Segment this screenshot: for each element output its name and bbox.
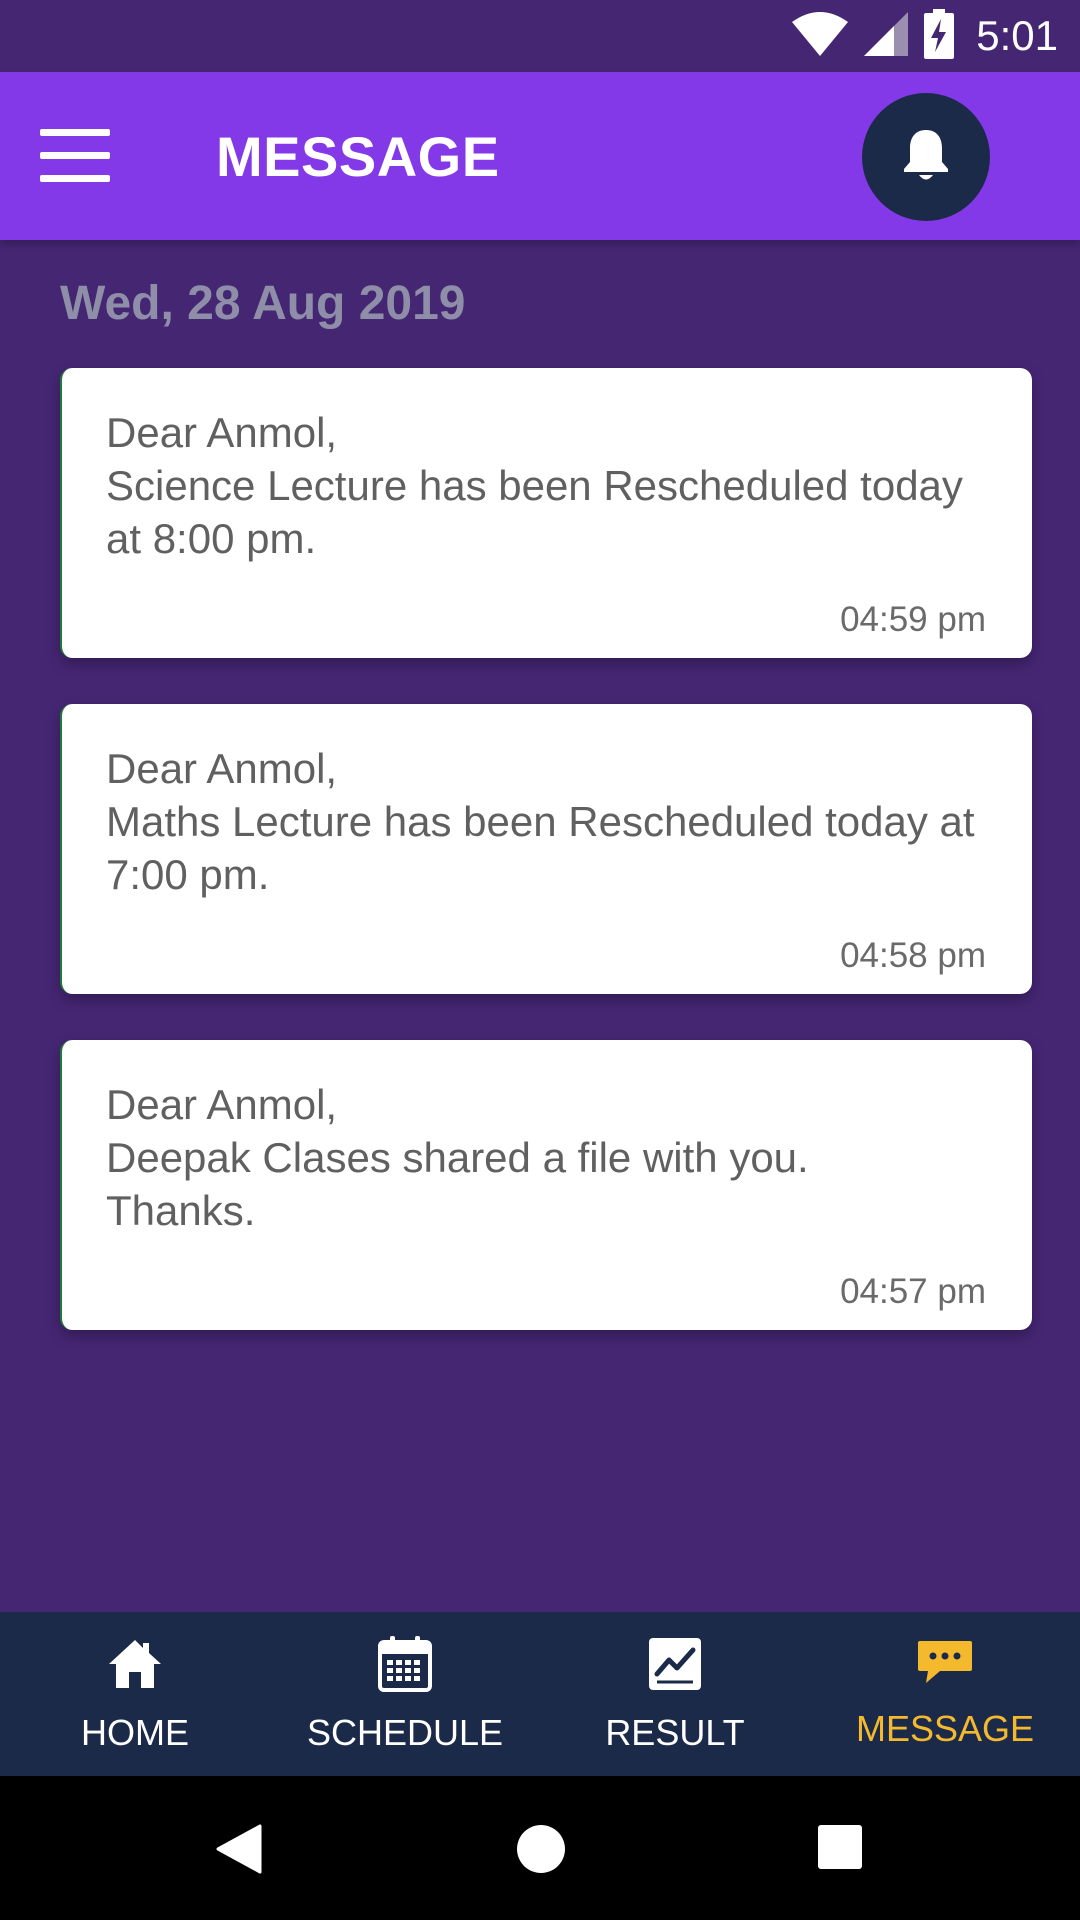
bottom-nav: HOME SCHEDULE RESULT MESSAGE xyxy=(0,1612,1080,1776)
menu-button[interactable] xyxy=(40,129,110,183)
home-system-button[interactable] xyxy=(516,1824,566,1879)
nav-label: SCHEDULE xyxy=(306,1712,504,1753)
app-bar: MESSAGE xyxy=(0,72,1080,240)
message-time: 04:58 pm xyxy=(840,936,986,975)
back-triangle-icon xyxy=(216,1824,262,1878)
message-text: Dear Anmol, Science Lecture has been Res… xyxy=(106,409,963,562)
back-button[interactable] xyxy=(216,1824,262,1879)
message-time: 04:59 pm xyxy=(840,600,986,639)
battery-charging-icon xyxy=(924,8,955,64)
nav-label: RESULT xyxy=(605,1712,745,1753)
nav-item-schedule[interactable]: SCHEDULE xyxy=(270,1612,540,1776)
message-text: Dear Anmol, Maths Lecture has been Resch… xyxy=(106,745,975,898)
notification-button[interactable] xyxy=(862,93,990,221)
page-title: MESSAGE xyxy=(216,125,500,188)
result-chart-icon xyxy=(645,1634,705,1694)
date-header: Wed, 28 Aug 2019 xyxy=(60,277,466,330)
status-time: 5:01 xyxy=(976,12,1058,59)
home-icon xyxy=(105,1634,165,1694)
wifi-icon xyxy=(792,11,849,61)
recents-button[interactable] xyxy=(817,1824,863,1875)
message-card[interactable]: Dear Anmol, Science Lecture has been Res… xyxy=(60,368,1032,658)
message-card[interactable]: Dear Anmol, Deepak Clases shared a file … xyxy=(60,1040,1032,1330)
calendar-icon xyxy=(375,1634,435,1694)
message-card[interactable]: Dear Anmol, Maths Lecture has been Resch… xyxy=(60,704,1032,994)
message-screen: 5:01 MESSAGE Wed, 28 Aug 2019 Dear Anmol… xyxy=(0,0,1080,1920)
message-text: Dear Anmol, Deepak Clases shared a file … xyxy=(106,1081,809,1234)
bell-icon xyxy=(901,128,951,187)
status-icons: 5:01 xyxy=(792,8,1058,64)
message-bubble-icon xyxy=(915,1634,975,1694)
home-circle-icon xyxy=(516,1825,566,1878)
message-time: 04:57 pm xyxy=(840,1272,986,1311)
hamburger-menu-line xyxy=(40,152,110,159)
recents-square-icon xyxy=(817,1825,863,1874)
nav-item-message[interactable]: MESSAGE xyxy=(810,1612,1080,1776)
nav-label: MESSAGE xyxy=(855,1708,1035,1749)
status-bar: 5:01 xyxy=(0,0,1080,72)
signal-icon xyxy=(864,11,909,61)
nav-item-home[interactable]: HOME xyxy=(0,1612,270,1776)
system-nav-bar xyxy=(0,1776,1080,1920)
hamburger-menu-line xyxy=(40,175,110,182)
nav-item-result[interactable]: RESULT xyxy=(540,1612,810,1776)
hamburger-menu-icon xyxy=(40,129,110,136)
nav-label: HOME xyxy=(81,1712,189,1753)
